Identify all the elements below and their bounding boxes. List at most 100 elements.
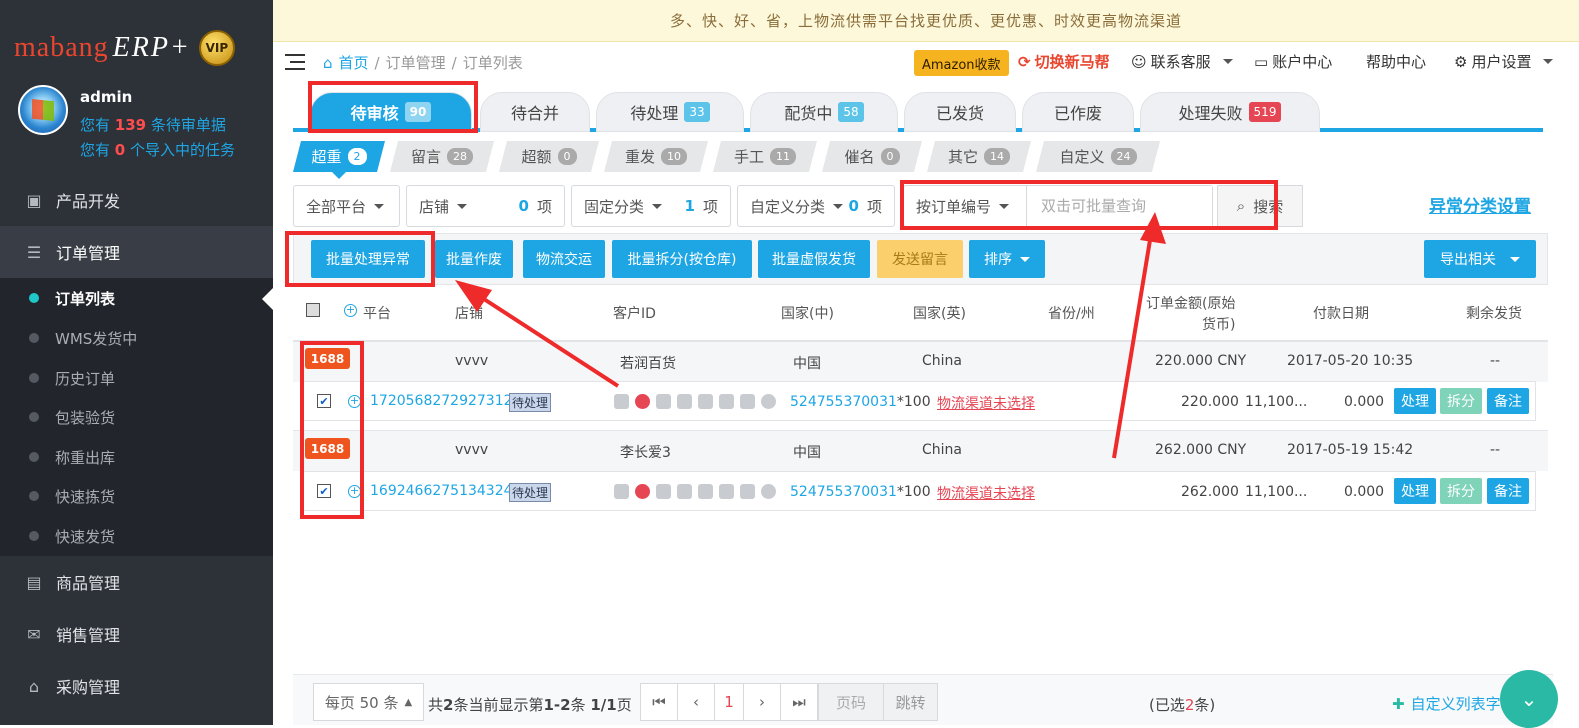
page-1-button[interactable]: 1 bbox=[714, 683, 744, 721]
send-message-button[interactable]: 发送留言 bbox=[877, 240, 963, 278]
submenu-order-list[interactable]: 订单列表 bbox=[0, 278, 273, 318]
store-select[interactable]: 店铺 0 项 bbox=[406, 185, 565, 227]
message-icon[interactable] bbox=[614, 483, 629, 499]
jump-button[interactable]: 跳转 bbox=[883, 683, 938, 721]
order-number-link[interactable]: 17205682729273127 bbox=[370, 393, 521, 409]
help-center-link[interactable]: 帮助中心 bbox=[1366, 51, 1426, 72]
submenu-picking[interactable]: 快速拣货 bbox=[0, 476, 273, 516]
import-notice[interactable]: 您有 0 个导入中的任务 bbox=[80, 139, 235, 160]
sku-link[interactable]: 524755370031 bbox=[790, 484, 897, 500]
sku-link[interactable]: 524755370031 bbox=[790, 394, 897, 410]
custom-category-select[interactable]: 自定义分类 0 项 bbox=[737, 185, 895, 227]
process-button[interactable]: 处理 bbox=[1394, 478, 1436, 504]
subtab-urge[interactable]: 催名 0 bbox=[822, 141, 922, 172]
home-icon[interactable]: ⌂ bbox=[323, 54, 333, 72]
pending-notice[interactable]: 您有 139 条待审单据 bbox=[80, 114, 226, 135]
tab-shipped[interactable]: 已发货 bbox=[904, 92, 1016, 132]
refresh-icon[interactable] bbox=[698, 393, 713, 409]
image-icon[interactable] bbox=[719, 483, 734, 499]
split-button[interactable]: 拆分 bbox=[1440, 478, 1482, 504]
hand-icon[interactable] bbox=[656, 483, 671, 499]
per-page-select[interactable]: 每页 50 条 ▲ bbox=[313, 683, 424, 721]
hand-icon[interactable] bbox=[656, 393, 671, 409]
next-page-button[interactable]: › bbox=[743, 683, 781, 721]
prev-page-button[interactable]: ‹ bbox=[677, 683, 715, 721]
subtab-message[interactable]: 留言 28 bbox=[390, 141, 494, 172]
scroll-down-fab[interactable]: ⌄ bbox=[1500, 670, 1558, 728]
subtab-over-amount[interactable]: 超额 0 bbox=[499, 141, 599, 172]
submenu-packing[interactable]: 包装验货 bbox=[0, 397, 273, 437]
switch-version-link[interactable]: ⟳ 切换新马帮 bbox=[1018, 51, 1110, 72]
tab-picking[interactable]: 配货中 58 bbox=[750, 92, 898, 132]
expand-icon[interactable]: + bbox=[348, 395, 361, 408]
lock-icon[interactable] bbox=[677, 393, 692, 409]
menu-purchase[interactable]: ⌂ 采购管理 bbox=[0, 660, 273, 712]
tab-pending-review[interactable]: 待审核 90 bbox=[310, 92, 472, 132]
submenu-weighing[interactable]: 称重出库 bbox=[0, 437, 273, 477]
amazon-payment-button[interactable]: Amazon收款 bbox=[914, 50, 1009, 76]
subtab-other[interactable]: 其它 14 bbox=[927, 141, 1031, 172]
fixed-category-select[interactable]: 固定分类 1 项 bbox=[571, 185, 731, 227]
batch-split-button[interactable]: 批量拆分(按仓库) bbox=[612, 240, 752, 278]
alert-icon[interactable] bbox=[761, 483, 776, 499]
expand-all-icon[interactable]: + bbox=[344, 304, 357, 317]
bomb-icon[interactable] bbox=[635, 483, 650, 499]
batch-handle-abnormal-button[interactable]: 批量处理异常 bbox=[311, 240, 425, 278]
subtab-manual[interactable]: 手工 11 bbox=[713, 141, 817, 172]
row-checkbox[interactable]: ✔ bbox=[317, 484, 331, 498]
breadcrumb-orders[interactable]: 订单管理 bbox=[386, 52, 446, 73]
message-icon[interactable] bbox=[614, 393, 629, 409]
process-button[interactable]: 处理 bbox=[1394, 388, 1436, 414]
menu-toggle-icon[interactable] bbox=[285, 54, 305, 70]
select-all-checkbox[interactable] bbox=[306, 303, 320, 317]
note-button[interactable]: 备注 bbox=[1487, 388, 1529, 414]
export-button[interactable]: 导出相关 bbox=[1424, 240, 1536, 278]
subtab-resend[interactable]: 重发 10 bbox=[604, 141, 708, 172]
account-center-link[interactable]: ▭ 账户中心 bbox=[1254, 51, 1332, 72]
image-icon[interactable] bbox=[719, 393, 734, 409]
submenu-shipping[interactable]: 快速发货 bbox=[0, 516, 273, 556]
menu-product-dev[interactable]: ▣ 产品开发 bbox=[0, 174, 273, 226]
logo[interactable]: mabang ERP+ VIP bbox=[14, 30, 235, 66]
tab-failed[interactable]: 处理失败 519 bbox=[1140, 92, 1320, 132]
expand-icon[interactable]: + bbox=[348, 485, 361, 498]
batch-void-button[interactable]: 批量作废 bbox=[435, 240, 513, 278]
tab-to-process[interactable]: 待处理 33 bbox=[596, 92, 744, 132]
custom-fields-link[interactable]: ✚ 自定义列表字段 bbox=[1392, 693, 1516, 714]
menu-order-management[interactable]: ☰ 订单管理 bbox=[0, 226, 273, 278]
notice-banner[interactable]: 多、快、好、省，上物流供需平台找更优质、更优惠、时效更高物流渠道 bbox=[273, 0, 1579, 42]
search-input[interactable] bbox=[1026, 186, 1212, 226]
subtab-custom[interactable]: 自定义 24 bbox=[1036, 141, 1160, 172]
sort-button[interactable]: 排序 bbox=[969, 240, 1045, 278]
batch-fake-ship-button[interactable]: 批量虚假发货 bbox=[758, 240, 870, 278]
row-checkbox[interactable]: ✔ bbox=[317, 394, 331, 408]
platform-select[interactable]: 全部平台 bbox=[293, 185, 400, 227]
support-dropdown[interactable]: ☺ 联系客服 bbox=[1131, 51, 1233, 72]
tab-voided[interactable]: 已作废 bbox=[1022, 92, 1134, 132]
user-gear-icon[interactable] bbox=[740, 393, 755, 409]
last-page-button[interactable]: ⏭ bbox=[780, 683, 818, 721]
search-button[interactable]: ⌕ 搜索 bbox=[1217, 185, 1303, 227]
avatar[interactable] bbox=[18, 85, 68, 135]
submenu-history[interactable]: 历史订单 bbox=[0, 358, 273, 398]
refresh-icon[interactable] bbox=[698, 483, 713, 499]
logistics-ship-button[interactable]: 物流交运 bbox=[523, 240, 605, 278]
page-number-input[interactable]: 页码 bbox=[818, 683, 884, 721]
alert-icon[interactable] bbox=[761, 393, 776, 409]
menu-goods[interactable]: ▤ 商品管理 bbox=[0, 556, 273, 608]
submenu-wms[interactable]: WMS发货中 bbox=[0, 318, 273, 358]
logistics-unselected-link[interactable]: 物流渠道未选择 bbox=[937, 483, 1035, 503]
lock-icon[interactable] bbox=[677, 483, 692, 499]
logistics-unselected-link[interactable]: 物流渠道未选择 bbox=[937, 393, 1035, 413]
split-button[interactable]: 拆分 bbox=[1440, 388, 1482, 414]
note-button[interactable]: 备注 bbox=[1487, 478, 1529, 504]
bomb-icon[interactable] bbox=[635, 393, 650, 409]
first-page-button[interactable]: ⏮ bbox=[640, 683, 678, 721]
user-settings-dropdown[interactable]: ⚙ 用户设置 bbox=[1454, 51, 1554, 72]
abnormal-settings-link[interactable]: 异常分类设置 bbox=[1429, 192, 1531, 217]
breadcrumb-home[interactable]: 首页 bbox=[339, 52, 369, 73]
user-gear-icon[interactable] bbox=[740, 483, 755, 499]
menu-sales[interactable]: ✉ 销售管理 bbox=[0, 608, 273, 660]
order-number-link[interactable]: 16924662751343248 bbox=[370, 483, 521, 499]
subtab-overweight[interactable]: 超重 2 bbox=[293, 141, 385, 172]
